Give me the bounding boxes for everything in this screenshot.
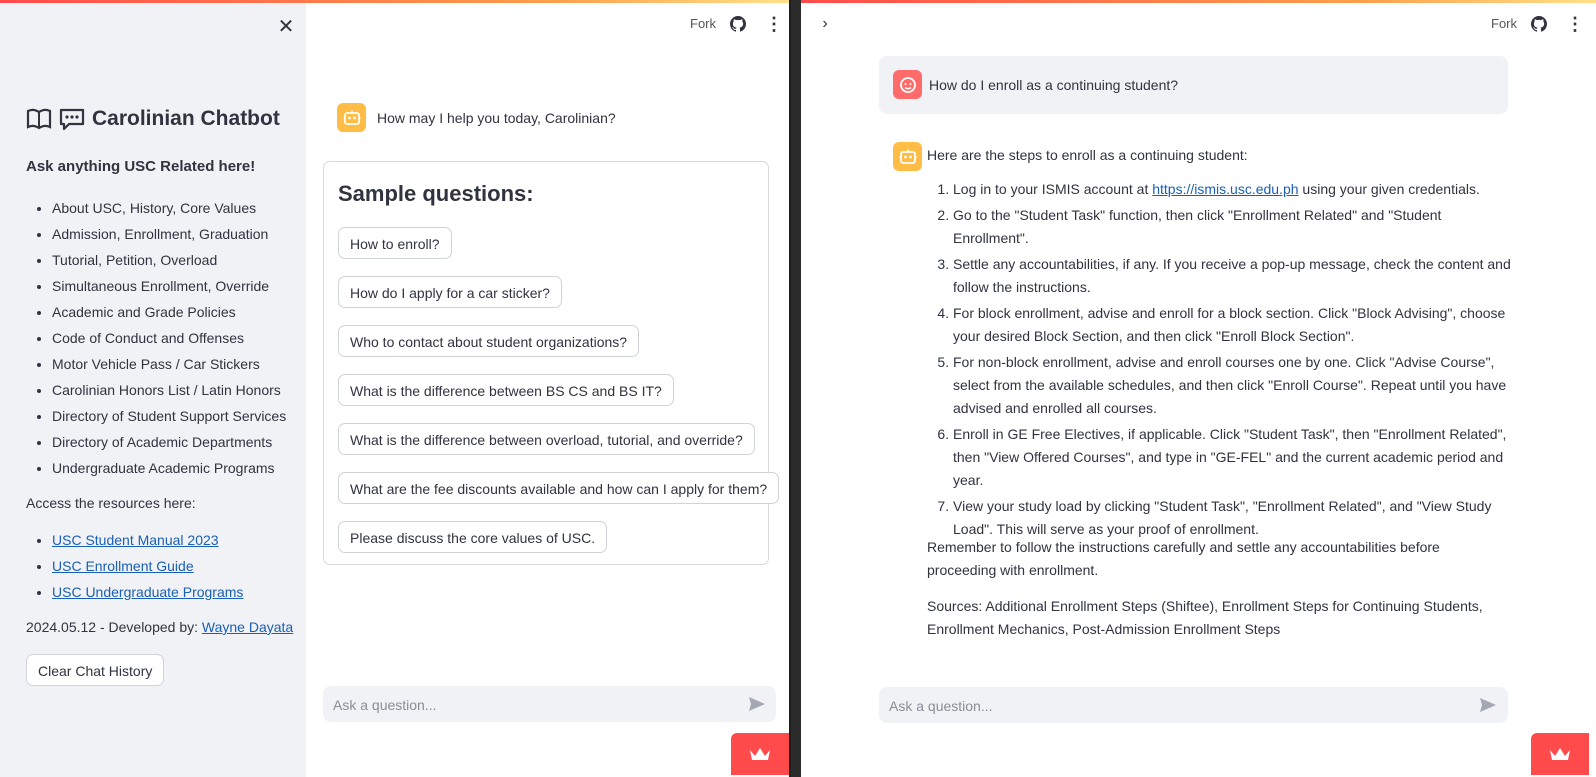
github-icon[interactable] — [730, 16, 746, 32]
step-text: using your given credentials. — [1302, 181, 1480, 197]
user-message: How do I enroll as a continuing student? — [879, 56, 1508, 114]
ismis-link[interactable]: https://ismis.usc.edu.ph — [1152, 181, 1298, 197]
kebab-menu-icon: ⋮ — [765, 14, 783, 34]
user-avatar — [893, 70, 922, 99]
bot-avatar-icon — [899, 149, 916, 164]
right-app-window: › Fork ⋮ How do I enroll as a continuing… — [801, 0, 1596, 777]
user-avatar-icon — [899, 76, 916, 93]
topic-item: Simultaneous Enrollment, Override — [52, 273, 286, 299]
kebab-menu-icon: ⋮ — [1566, 14, 1584, 34]
topic-item: About USC, History, Core Values — [52, 195, 286, 221]
send-icon[interactable] — [748, 696, 766, 712]
streamlit-badge[interactable] — [731, 733, 789, 775]
step-item: View your study load by clicking "Studen… — [953, 495, 1515, 541]
sidebar-title-text: Carolinian Chatbot — [92, 107, 280, 130]
sample-questions-title: Sample questions: — [338, 181, 534, 206]
chat-icon — [59, 108, 85, 131]
sample-question-button[interactable]: What is the difference between overload,… — [338, 423, 755, 455]
chat-input-box — [879, 687, 1508, 725]
sample-question-button[interactable]: How to enroll? — [338, 227, 452, 259]
sample-question-button[interactable]: What is the difference between BS CS and… — [338, 374, 674, 406]
step-item: Log in to your ISMIS account at https://… — [953, 178, 1515, 201]
sample-questions-card: Sample questions: How to enroll? How do … — [323, 161, 780, 565]
send-icon[interactable] — [1479, 697, 1497, 713]
close-sidebar-button[interactable]: ✕ — [276, 17, 296, 37]
topic-item: Motor Vehicle Pass / Car Stickers — [52, 351, 286, 377]
assistant-reminder: Remember to follow the instructions care… — [927, 539, 1440, 578]
sample-question-button[interactable]: How do I apply for a car sticker? — [338, 276, 562, 308]
developer-credit-prefix: 2024.05.12 - Developed by: — [26, 619, 199, 635]
chevron-right-icon: › — [822, 15, 828, 32]
resource-link-enrollment-guide[interactable]: USC Enrollment Guide — [52, 558, 194, 574]
user-message-text: How do I enroll as a continuing student? — [929, 77, 1179, 93]
assistant-greeting: How may I help you today, Carolinian? — [377, 110, 616, 126]
github-icon[interactable] — [1531, 16, 1547, 32]
step-item: Enroll in GE Free Electives, if applicab… — [953, 423, 1515, 492]
sidebar-title: Carolinian Chatbot — [26, 107, 280, 131]
topic-item: Admission, Enrollment, Graduation — [52, 221, 286, 247]
step-item: Go to the "Student Task" function, then … — [953, 204, 1515, 250]
sample-question-button[interactable]: Who to contact about student organizatio… — [338, 325, 640, 357]
developer-link[interactable]: Wayne Dayata — [202, 619, 293, 635]
topic-item: Carolinian Honors List / Latin Honors — [52, 377, 286, 403]
bot-avatar — [893, 142, 922, 171]
topic-item: Tutorial, Petition, Overload — [52, 247, 286, 273]
step-item: Settle any accountabilities, if any. If … — [953, 253, 1515, 299]
streamlit-crown-icon — [750, 748, 770, 760]
developer-credit: 2024.05.12 - Developed by: Wayne Dayata — [26, 619, 293, 635]
streamlit-crown-icon — [1550, 748, 1570, 760]
bot-avatar-icon — [343, 110, 360, 125]
resources-label: Access the resources here: — [26, 495, 196, 511]
chat-input-box — [323, 686, 776, 724]
assistant-sources: Sources: Additional Enrollment Steps (Sh… — [927, 598, 1483, 637]
clear-chat-history-button[interactable]: Clear Chat History — [26, 654, 165, 686]
step-text: Log in to your ISMIS account at — [953, 181, 1149, 197]
resource-item: USC Undergraduate Programs — [52, 579, 243, 605]
book-icon — [26, 108, 52, 130]
fork-link[interactable]: Fork — [1491, 16, 1517, 31]
topic-item: Undergraduate Academic Programs — [52, 455, 286, 481]
topic-item: Directory of Academic Departments — [52, 429, 286, 455]
main-menu-button[interactable]: ⋮ — [765, 14, 783, 34]
chat-input-field[interactable] — [887, 687, 1461, 725]
top-decoration-bar — [801, 0, 1596, 3]
sample-question-button[interactable]: What are the fee discounts available and… — [338, 472, 780, 504]
topic-list: About USC, History, Core Values Admissio… — [26, 195, 286, 481]
topic-item: Code of Conduct and Offenses — [52, 325, 286, 351]
topic-item: Academic and Grade Policies — [52, 299, 286, 325]
sidebar: ✕ Carolinian Chatbot Ask anything USC Re… — [0, 3, 306, 777]
left-app-window: ✕ Carolinian Chatbot Ask anything USC Re… — [0, 0, 791, 777]
resource-links: USC Student Manual 2023 USC Enrollment G… — [26, 527, 243, 605]
step-item: For non-block enrollment, advise and enr… — [953, 351, 1515, 420]
resource-link-student-manual[interactable]: USC Student Manual 2023 — [52, 532, 219, 548]
main-menu-button[interactable]: ⋮ — [1566, 14, 1584, 34]
topic-item: Directory of Student Support Services — [52, 403, 286, 429]
resource-item: USC Student Manual 2023 — [52, 527, 243, 553]
assistant-intro: Here are the steps to enroll as a contin… — [927, 147, 1248, 163]
step-item: For block enrollment, advise and enroll … — [953, 302, 1515, 348]
close-icon: ✕ — [277, 16, 295, 38]
resource-link-undergrad-programs[interactable]: USC Undergraduate Programs — [52, 584, 243, 600]
sidebar-subtitle: Ask anything USC Related here! — [26, 158, 256, 175]
fork-link[interactable]: Fork — [690, 16, 716, 31]
expand-sidebar-button[interactable]: › — [817, 14, 833, 34]
resource-item: USC Enrollment Guide — [52, 553, 243, 579]
sample-question-button[interactable]: Please discuss the core values of USC. — [338, 521, 608, 553]
streamlit-badge[interactable] — [1531, 733, 1589, 775]
bot-avatar — [337, 103, 366, 132]
chat-input-field[interactable] — [331, 686, 735, 724]
enrollment-steps-list: Log in to your ISMIS account at https://… — [927, 178, 1515, 544]
